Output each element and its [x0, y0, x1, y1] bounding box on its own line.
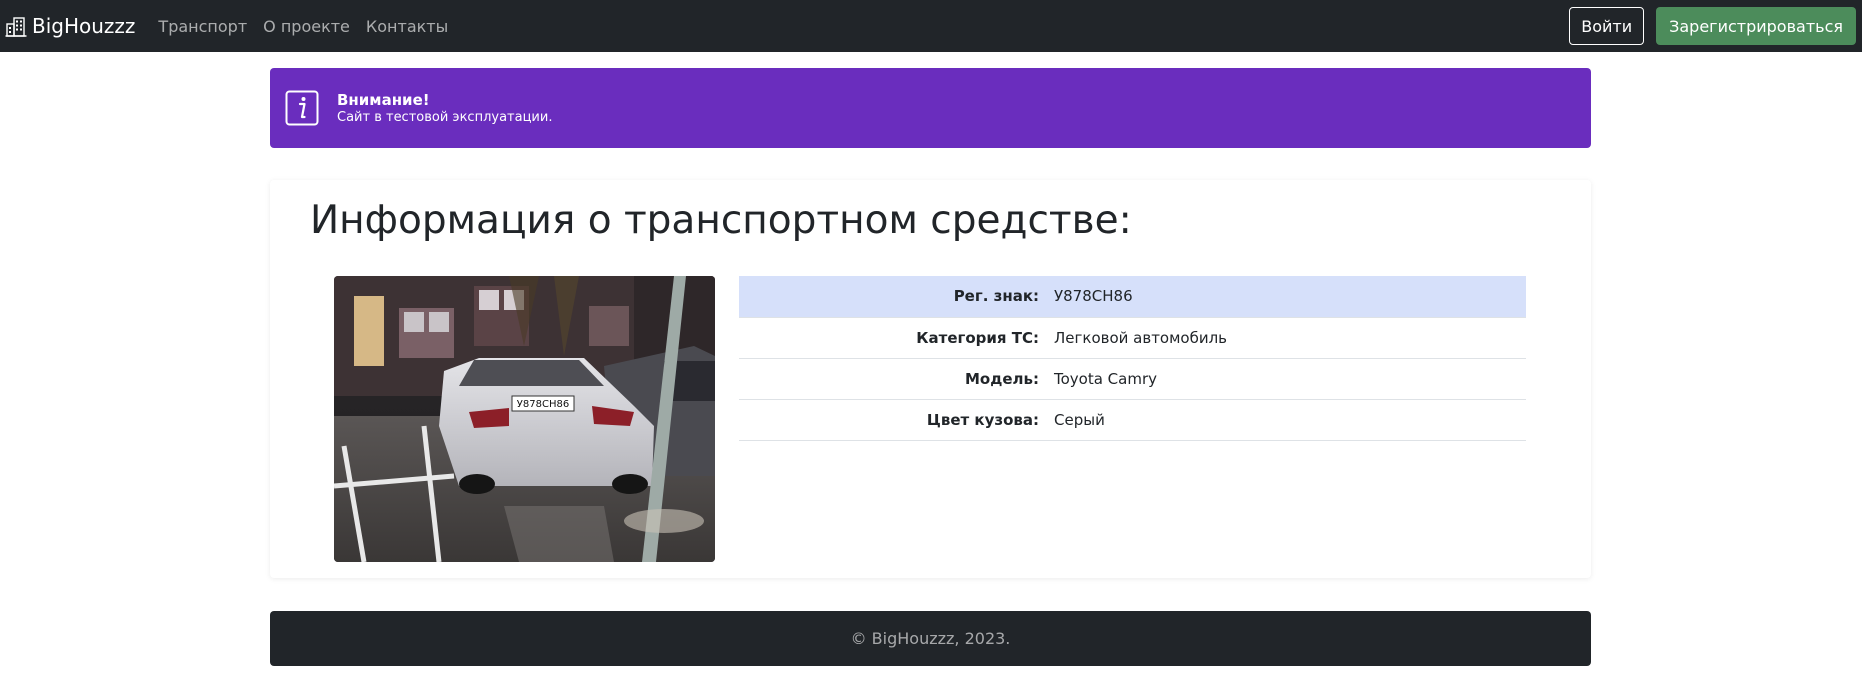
footer: © BigHouzzz, 2023. — [270, 611, 1591, 666]
car-photo-image: У878СН86 — [334, 276, 715, 562]
row-value: Легковой автомобиль — [1054, 328, 1228, 347]
alert-content: Внимание! Сайт в тестовой эксплуатации. — [337, 91, 552, 126]
footer-copyright: © BigHouzzz, 2023. — [850, 629, 1011, 648]
register-button[interactable]: Зарегистрироваться — [1656, 7, 1856, 45]
car-plate-text: У878СН86 — [517, 399, 569, 410]
row-value: Toyota Camry — [1054, 369, 1158, 388]
vehicle-photo: У878СН86 — [334, 276, 715, 562]
nav-link-transport[interactable]: Транспорт — [158, 17, 247, 36]
test-mode-alert: Внимание! Сайт в тестовой эксплуатации. — [270, 68, 1591, 148]
brand-name: BigHouzzz — [32, 14, 136, 38]
row-label: Рег. знак: — [953, 287, 1039, 306]
nav-auth: Войти Зарегистрироваться — [1569, 0, 1862, 52]
row-value: У878СН86 — [1054, 287, 1133, 306]
buildings-icon — [5, 17, 27, 37]
alert-text: Сайт в тестовой эксплуатации. — [337, 109, 553, 125]
page-title: Информация о транспортном средстве: — [310, 198, 1132, 243]
info-icon — [285, 90, 319, 126]
alert-title: Внимание! — [337, 90, 430, 109]
row-value: Серый — [1054, 410, 1105, 429]
row-label: Категория ТС: — [916, 328, 1039, 347]
nav-link-contacts[interactable]: Контакты — [366, 17, 448, 36]
table-row: Цвет кузова: Серый — [739, 399, 1526, 440]
brand-link[interactable]: BigHouzzz — [5, 14, 135, 38]
row-label: Цвет кузова: — [926, 410, 1039, 429]
row-label: Модель: — [965, 369, 1039, 388]
navbar: BigHouzzz Транспорт О проекте Контакты В… — [0, 0, 1862, 52]
table-row: Категория ТС: Легковой автомобиль — [739, 317, 1526, 358]
vehicle-info-table: Рег. знак: У878СН86 Категория ТС: Легков… — [739, 276, 1526, 441]
table-row: Рег. знак: У878СН86 — [739, 276, 1526, 317]
vehicle-card: Информация о транспортном средстве: У878… — [270, 180, 1591, 578]
login-button[interactable]: Войти — [1569, 7, 1645, 45]
nav-link-about[interactable]: О проекте — [263, 17, 350, 36]
table-row: Модель: Toyota Camry — [739, 358, 1526, 399]
nav-links: Транспорт О проекте Контакты — [150, 17, 456, 36]
